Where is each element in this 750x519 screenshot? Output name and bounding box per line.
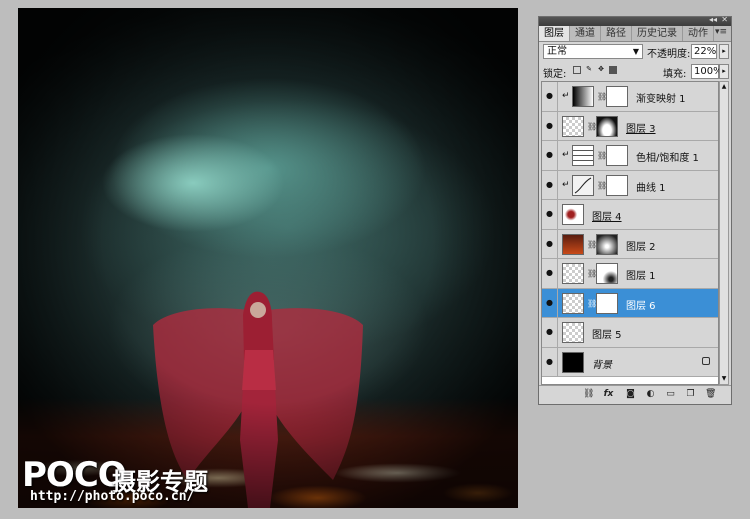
lock-transparency-icon[interactable] [573,66,581,74]
panel-tabs: 图层 通道 路径 历史记录 动作 ▾≡ [539,26,731,42]
layers-panel: ◂◂ ✕ 图层 通道 路径 历史记录 动作 ▾≡ 正常 ▼ 不透明度: 22% … [538,15,732,405]
layer-name[interactable]: 图层 6 [626,297,656,312]
layer-thumbnail [562,292,584,314]
panel-titlebar[interactable]: ◂◂ ✕ [539,15,731,26]
fill-slider-icon[interactable]: ▸ [719,64,729,79]
mask-thumbnail[interactable] [596,115,618,137]
layer-row[interactable]: ● ⛓ 图层 6 [542,288,718,318]
layer-name[interactable]: 图层 2 [626,238,656,253]
watermark-url: http://photo.poco.cn/ [30,489,195,504]
opacity-slider-icon[interactable]: ▸ [719,44,729,59]
layers-scrollbar[interactable]: ▲ ▼ [719,81,729,385]
opacity-input[interactable]: 22% [691,44,717,59]
scroll-up-icon[interactable]: ▲ [720,82,728,92]
adjustment-thumbnail [572,86,594,107]
visibility-eye-icon[interactable]: ● [542,347,558,376]
clipping-arrow-icon: ↵ [562,179,570,190]
layer-name[interactable]: 图层 1 [626,267,656,282]
new-group-icon[interactable]: ▭ [665,389,676,400]
layer-row[interactable]: ● 图层 5 [542,318,718,348]
layer-thumbnail [562,263,584,284]
layer-row[interactable]: ● 背景 [542,347,718,377]
tab-layers[interactable]: 图层 [539,26,570,41]
mask-thumbnail[interactable] [606,145,628,166]
mask-thumbnail[interactable] [596,263,618,284]
visibility-eye-icon[interactable]: ● [542,318,558,347]
layer-row[interactable]: ● ⛓ 图层 1 [542,259,718,289]
panel-bottom-toolbar: ⛓ fx ◙ ◐ ▭ ❐ 🗑 [539,385,731,404]
visibility-eye-icon[interactable]: ● [542,170,558,199]
layer-name[interactable]: 图层 3 [626,120,656,135]
visibility-eye-icon[interactable]: ● [542,141,558,170]
visibility-eye-icon[interactable]: ● [542,288,558,317]
tab-history[interactable]: 历史记录 [632,26,683,41]
lock-row: 锁定: ✎ ✥ 填充: 100% ▸ [543,64,729,80]
mask-thumbnail[interactable] [596,292,618,314]
layer-thumbnail [562,204,584,225]
visibility-eye-icon[interactable]: ● [542,259,558,288]
curves-icon [574,177,592,193]
new-layer-icon[interactable]: ❐ [685,389,696,400]
layer-name[interactable]: 色相/饱和度 1 [636,149,699,164]
layer-row[interactable]: ● ↵ ⛓ 色相/饱和度 1 [542,141,718,171]
lock-icon [702,356,710,365]
layers-list: ● ↵ ⛓ 渐变映射 1 ● ⛓ 图层 3 ● ↵ ⛓ 色相/饱和度 1 ● ↵ [541,81,719,385]
layer-name[interactable]: 图层 4 [592,208,622,223]
layer-row[interactable]: ● ↵ ⛓ 渐变映射 1 [542,82,718,112]
vignette [18,8,518,508]
fill-input[interactable]: 100% [691,64,723,79]
tab-paths[interactable]: 路径 [601,26,632,41]
visibility-eye-icon[interactable]: ● [542,200,558,229]
clipping-arrow-icon: ↵ [562,91,570,101]
link-layers-icon[interactable]: ⛓ [583,389,594,400]
clipping-arrow-icon: ↵ [562,150,570,160]
blend-mode-select[interactable]: 正常 ▼ [543,44,643,59]
tab-channels[interactable]: 通道 [570,26,601,41]
layer-row[interactable]: ● ⛓ 图层 3 [542,111,718,141]
adjustment-layer-icon[interactable]: ◐ [645,389,656,400]
opacity-label: 不透明度: [647,49,691,60]
layer-name[interactable]: 曲线 1 [636,179,666,194]
mask-thumbnail[interactable] [606,86,628,107]
layer-name[interactable]: 背景 [592,356,612,371]
close-icon[interactable]: ✕ [721,15,728,24]
lock-label: 锁定: [543,69,567,80]
layer-thumbnail [562,233,584,255]
layer-thumbnail [562,351,584,373]
chevron-down-icon: ▼ [632,47,639,56]
blend-row: 正常 ▼ 不透明度: 22% ▸ [543,44,729,60]
layer-row[interactable]: ● ⛓ 图层 2 [542,229,718,259]
lock-all-icon[interactable] [609,66,617,74]
visibility-eye-icon[interactable]: ● [542,229,558,258]
layer-name[interactable]: 图层 5 [592,326,622,341]
mask-thumbnail[interactable] [596,233,618,255]
layer-name[interactable]: 渐变映射 1 [636,90,686,105]
lock-position-icon[interactable]: ✥ [597,66,605,74]
layer-row[interactable]: ● ↵ ⛓ 曲线 1 [542,170,718,200]
fill-label: 填充: [663,69,687,80]
visibility-eye-icon[interactable]: ● [542,111,558,140]
collapse-icon[interactable]: ◂◂ [709,15,717,24]
layer-row[interactable]: ● 图层 4 [542,200,718,230]
adjustment-thumbnail [572,145,594,166]
layer-thumbnail [562,115,584,137]
panel-menu-icon[interactable]: ▾≡ [715,27,727,37]
add-mask-icon[interactable]: ◙ [625,389,636,400]
lock-pixels-icon[interactable]: ✎ [585,66,593,74]
visibility-eye-icon[interactable]: ● [542,82,558,111]
scroll-down-icon[interactable]: ▼ [720,374,728,384]
layer-style-icon[interactable]: fx [603,389,614,400]
blend-mode-value: 正常 [547,46,567,57]
layer-thumbnail [562,322,584,343]
document-canvas[interactable] [18,8,518,508]
trash-icon[interactable]: 🗑 [705,389,716,400]
mask-thumbnail[interactable] [606,174,628,196]
tab-actions[interactable]: 动作 [683,26,714,41]
adjustment-thumbnail [572,174,594,196]
